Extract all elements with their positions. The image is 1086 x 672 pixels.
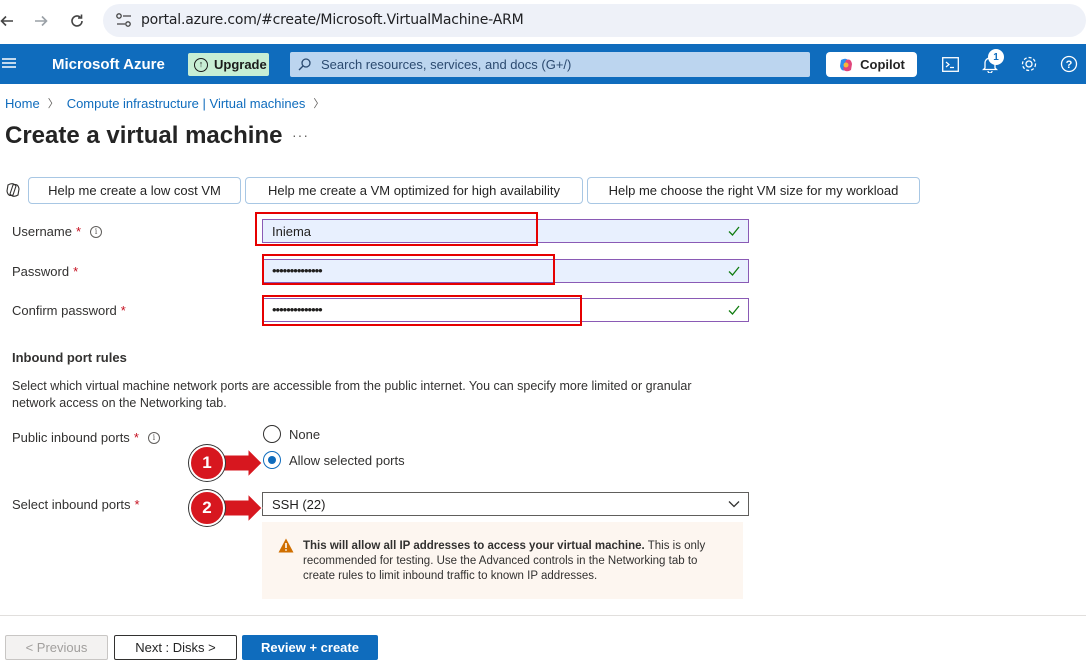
valid-check-icon bbox=[728, 226, 740, 236]
username-label-text: Username bbox=[12, 224, 72, 239]
upgrade-arrow-icon: ↑ bbox=[194, 57, 208, 72]
select-inbound-ports-label: Select inbound ports * bbox=[12, 497, 140, 512]
confirm-password-label-text: Confirm password bbox=[12, 303, 117, 318]
radio-button-allow-selected[interactable] bbox=[263, 451, 281, 469]
search-placeholder: Search resources, services, and docs (G+… bbox=[321, 57, 572, 72]
username-label: Username * i bbox=[12, 224, 103, 239]
help-question-icon[interactable]: ? bbox=[1059, 54, 1079, 74]
chevron-right-icon: 〉 bbox=[313, 98, 325, 110]
warning-icon bbox=[278, 538, 294, 553]
upgrade-label: Upgrade bbox=[214, 57, 267, 72]
inbound-rules-heading: Inbound port rules bbox=[12, 350, 127, 365]
required-asterisk: * bbox=[120, 303, 126, 318]
breadcrumb: Home 〉 Compute infrastructure | Virtual … bbox=[5, 95, 332, 111]
required-asterisk: * bbox=[134, 497, 140, 512]
copilot-label: Copilot bbox=[860, 57, 905, 72]
radio-button-none[interactable] bbox=[263, 425, 281, 443]
site-settings-icon[interactable] bbox=[115, 12, 133, 28]
azure-top-bar: Microsoft Azure ↑ Upgrade Search resourc… bbox=[0, 44, 1086, 84]
help-high-availability-button[interactable]: Help me create a VM optimized for high a… bbox=[245, 177, 583, 204]
help-low-cost-vm-button[interactable]: Help me create a low cost VM bbox=[28, 177, 241, 204]
info-icon[interactable]: i bbox=[147, 431, 160, 444]
highlight-box-confirm-password bbox=[262, 295, 582, 326]
radio-allow-selected-ports[interactable]: Allow selected ports bbox=[263, 451, 405, 469]
cloud-shell-icon[interactable] bbox=[940, 54, 960, 74]
previous-button[interactable]: < Previous bbox=[5, 635, 108, 660]
required-asterisk: * bbox=[75, 224, 82, 239]
radio-none[interactable]: None bbox=[263, 425, 320, 443]
reload-icon[interactable] bbox=[66, 10, 88, 32]
info-icon[interactable]: i bbox=[90, 225, 103, 238]
review-create-button[interactable]: Review + create bbox=[242, 635, 378, 660]
public-inbound-ports-text: Public inbound ports bbox=[12, 430, 130, 445]
back-icon[interactable] bbox=[0, 10, 18, 32]
breadcrumb-virtual-machines[interactable]: Compute infrastructure | Virtual machine… bbox=[67, 96, 306, 111]
browser-toolbar: portal.azure.com/#create/Microsoft.Virtu… bbox=[0, 0, 1086, 43]
highlight-box-username bbox=[255, 212, 538, 246]
annotation-arrow-1 bbox=[220, 447, 263, 479]
annotation-marker-2: 2 bbox=[189, 490, 225, 526]
valid-check-icon bbox=[728, 305, 740, 315]
inbound-ports-value: SSH (22) bbox=[272, 497, 326, 512]
inbound-ports-dropdown[interactable]: SSH (22) bbox=[262, 492, 749, 516]
address-bar[interactable]: portal.azure.com/#create/Microsoft.Virtu… bbox=[103, 4, 1086, 37]
annotation-arrow-2 bbox=[220, 492, 263, 524]
notification-count-badge: 1 bbox=[988, 49, 1004, 65]
highlight-box-password bbox=[262, 254, 555, 285]
select-inbound-ports-text: Select inbound ports bbox=[12, 497, 131, 512]
confirm-password-label: Confirm password * bbox=[12, 303, 126, 318]
svg-text:?: ? bbox=[1066, 59, 1073, 71]
radio-allow-selected-label: Allow selected ports bbox=[289, 452, 405, 468]
required-asterisk: * bbox=[133, 430, 139, 445]
footer-divider bbox=[0, 615, 1086, 616]
required-asterisk: * bbox=[73, 264, 79, 279]
breadcrumb-home[interactable]: Home bbox=[5, 96, 40, 111]
global-search-input[interactable]: Search resources, services, and docs (G+… bbox=[290, 52, 810, 77]
next-disks-button[interactable]: Next : Disks > bbox=[114, 635, 237, 660]
public-inbound-ports-label: Public inbound ports * i bbox=[12, 430, 160, 445]
page-title: Create a virtual machine bbox=[5, 122, 283, 149]
warning-callout: This will allow all IP addresses to acce… bbox=[262, 522, 743, 599]
help-vm-size-button[interactable]: Help me choose the right VM size for my … bbox=[587, 177, 920, 204]
password-label: Password * bbox=[12, 264, 78, 279]
forward-icon[interactable] bbox=[30, 10, 52, 32]
warning-text: This will allow all IP addresses to acce… bbox=[303, 539, 728, 584]
settings-gear-icon[interactable] bbox=[1019, 54, 1039, 74]
chevron-right-icon: 〉 bbox=[47, 98, 59, 110]
menu-icon[interactable] bbox=[2, 56, 16, 70]
warning-bold-text: This will allow all IP addresses to acce… bbox=[303, 540, 645, 552]
url-text: portal.azure.com/#create/Microsoft.Virtu… bbox=[141, 12, 524, 28]
search-icon bbox=[298, 58, 311, 71]
inbound-rules-description: Select which virtual machine network por… bbox=[12, 379, 692, 410]
brand-title[interactable]: Microsoft Azure bbox=[52, 56, 165, 73]
upgrade-button[interactable]: ↑ Upgrade bbox=[188, 53, 269, 76]
radio-none-label: None bbox=[289, 426, 321, 442]
annotation-marker-1: 1 bbox=[189, 445, 225, 481]
more-options-button[interactable]: ··· bbox=[292, 127, 309, 143]
chevron-down-icon bbox=[728, 501, 740, 508]
copilot-icon bbox=[840, 58, 853, 71]
copilot-button[interactable]: Copilot bbox=[826, 52, 917, 77]
password-label-text: Password bbox=[12, 264, 70, 279]
valid-check-icon bbox=[728, 266, 740, 276]
copilot-assist-icon bbox=[6, 183, 20, 197]
